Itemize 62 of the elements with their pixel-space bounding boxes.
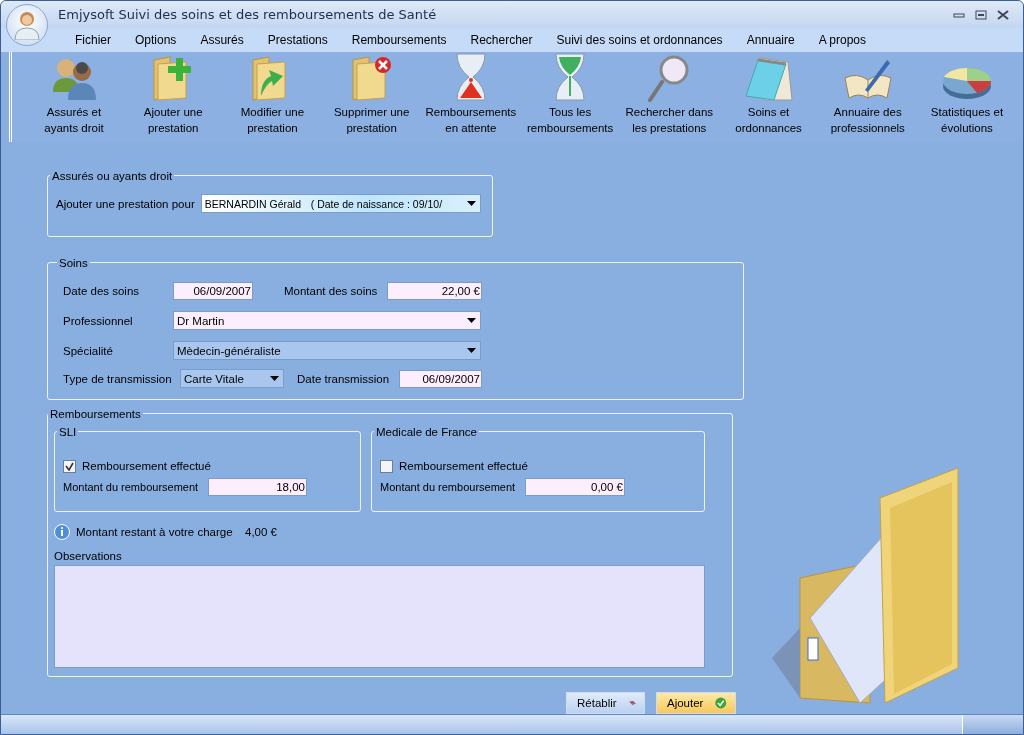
- checkbox[interactable]: [380, 459, 393, 473]
- reset-button[interactable]: Rétablir: [566, 691, 645, 714]
- checkbox[interactable]: [63, 459, 76, 473]
- checkbox-label: Remboursement effectué: [399, 460, 528, 472]
- observations-label: Observations: [54, 549, 123, 562]
- field-label: Professionnel: [63, 314, 134, 327]
- caret-icon: [467, 348, 476, 353]
- toolbar-button[interactable]: Supprimer une prestation: [333, 103, 410, 136]
- menu-item[interactable]: Options: [123, 33, 189, 47]
- menu-item[interactable]: A propos: [806, 33, 879, 47]
- toolbar-button[interactable]: Remboursements en attente: [425, 103, 517, 136]
- group-title: SLI: [58, 425, 78, 438]
- field-label: Montant du remboursement: [63, 480, 200, 493]
- field-label: Montant des soins: [284, 284, 379, 297]
- menu-item[interactable]: Remboursements: [339, 33, 459, 47]
- window-title: Emjysoft Suivi des soins et des remboursements de Santé: [58, 7, 438, 23]
- observations-field[interactable]: [54, 564, 705, 668]
- menu-item[interactable]: Prestations: [255, 33, 340, 47]
- specialty-dropdown[interactable]: Mèdecin-généraliste: [173, 341, 481, 360]
- menu-item[interactable]: Fichier: [63, 33, 123, 47]
- date-field[interactable]: 06/09/2007: [399, 369, 482, 388]
- notepad-icon: [743, 55, 794, 102]
- doctor-avatar-icon[interactable]: [6, 4, 48, 46]
- toolbar-button[interactable]: Annuaire des professionnels: [830, 103, 905, 136]
- field-label: Montant du remboursement: [380, 480, 517, 493]
- amount-field[interactable]: 0,00 €: [525, 477, 625, 496]
- info-icon: [54, 523, 70, 540]
- menu-item[interactable]: Rechercher: [458, 33, 545, 47]
- toolbar-button[interactable]: Tous les remboursements: [526, 103, 614, 136]
- toolbar-button[interactable]: Modifier une prestation: [240, 103, 305, 136]
- field-label: Date transmission: [297, 372, 391, 385]
- menu-item[interactable]: Assurés: [188, 33, 256, 47]
- amount-field[interactable]: 18,00: [208, 477, 307, 496]
- group-title: Soins: [58, 256, 89, 269]
- transmission-dropdown[interactable]: Carte Vitale: [180, 369, 284, 388]
- caret-icon: [466, 201, 476, 206]
- field-label: Ajouter une prestation pour: [56, 197, 195, 210]
- group-title: Medicale de France: [375, 425, 478, 438]
- toolbar-button[interactable]: Ajouter une prestation: [143, 103, 203, 136]
- toolbar-button[interactable]: Statistiques et évolutions: [930, 103, 1004, 136]
- field-label: Type de transmission: [63, 372, 173, 385]
- add-button[interactable]: Ajouter: [656, 691, 736, 714]
- date-field[interactable]: 06/09/2007: [173, 281, 253, 300]
- amount-field[interactable]: 22,00 €: [387, 281, 482, 300]
- remaining-label: Montant restant à votre charge: [76, 525, 234, 538]
- maximize-icon[interactable]: [975, 9, 987, 20]
- remaining-amount: 4,00 €: [245, 525, 277, 538]
- group-title: Assurés ou ayants droit: [51, 169, 174, 182]
- professional-dropdown[interactable]: Dr Martin: [173, 311, 481, 330]
- caret-icon: [270, 376, 279, 381]
- close-icon[interactable]: [997, 9, 1009, 20]
- menu-item[interactable]: Annuaire: [734, 33, 807, 47]
- toolbar-button[interactable]: Soins et ordonnances: [735, 103, 802, 136]
- group-title: Remboursements: [49, 407, 142, 420]
- field-label: Date des soins: [63, 284, 141, 297]
- field-label: Spécialité: [63, 344, 114, 357]
- toolbar-button[interactable]: Assurés et ayants droit: [44, 103, 104, 136]
- caret-icon: [467, 318, 476, 323]
- toolbar-button[interactable]: Rechercher dans les prestations: [625, 103, 714, 136]
- checkbox-label: Remboursement effectué: [82, 460, 211, 472]
- person-dropdown[interactable]: BERNARDIN Gérald ( Date de naissance : 09/10/: [200, 194, 481, 213]
- menu-item[interactable]: Suivi des soins et ordonnances: [544, 33, 735, 47]
